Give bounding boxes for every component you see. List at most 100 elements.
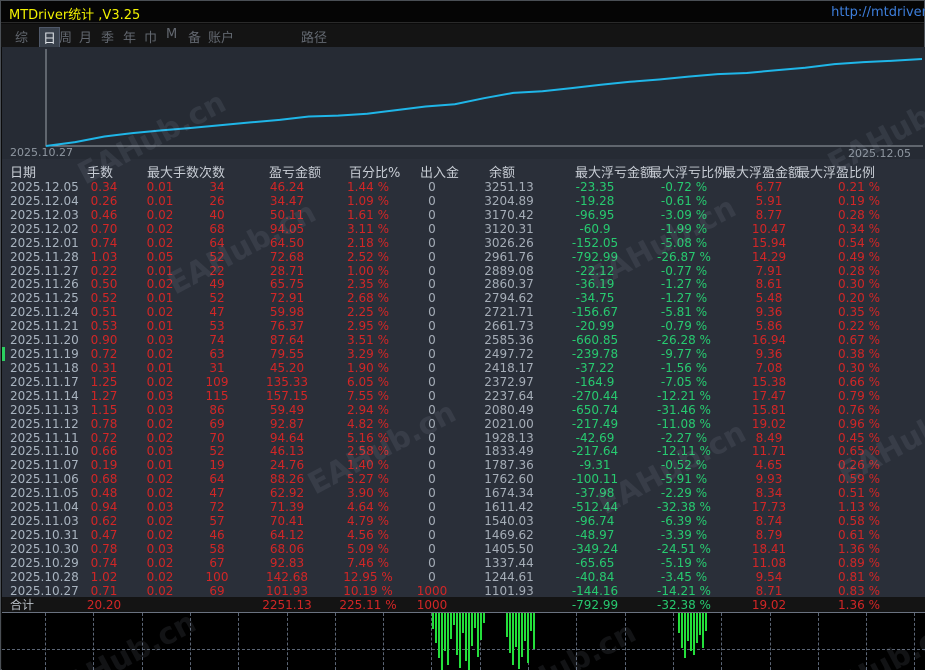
cell-balance: 1762.60 [484,472,534,487]
cell-pct: 2.35 % [347,277,389,292]
cell-max_float_profit_pct: 0.35 % [838,305,880,320]
cell-max_float_profit: 17.47 [751,388,787,403]
cell-max_float_profit: 14.29 [751,249,787,264]
table-row[interactable]: 2025.11.04 0.94 0.03 72 71.39 4.64 % 0 1611.42 -… [2,500,925,514]
table-row[interactable]: 2025.11.18 0.31 0.01 31 45.20 1.90 % 0 2418.17 -… [2,361,925,375]
table-row[interactable]: 2025.10.31 0.47 0.02 46 64.12 4.56 % 0 1469.62 -… [2,528,925,542]
cell-lots: 0.26 [90,193,118,208]
table-row[interactable]: 2025.11.28 1.03 0.05 52 72.68 2.52 % 0 2961.76 -… [2,250,925,264]
column-header-balance: 余额 [489,166,516,181]
cell-max_lots: 0.02 [146,583,174,598]
cell-pct: 3.11 % [347,221,389,236]
cell-count: 22 [209,263,225,278]
cell-in_out: 0 [428,486,436,501]
table-row[interactable]: 2025.12.05 0.34 0.01 34 46.24 1.44 % 0 3251.13 -… [2,180,925,194]
cell-max_float_profit_pct: 0.45 % [838,430,880,445]
cell-in_out: 0 [428,555,436,570]
table-row[interactable]: 2025.11.26 0.50 0.02 49 65.75 2.35 % 0 2860.37 -… [2,277,925,291]
cell-date: 2025.12.01 [10,235,79,250]
menu-item-10[interactable]: 路径 [301,27,327,46]
grid-line-vertical [286,613,288,670]
table-row[interactable]: 2025.11.17 1.25 0.02 109 135.33 6.05 % 0 2372.9… [2,375,925,389]
table-row[interactable]: 2025.10.29 0.74 0.02 67 92.83 7.46 % 0 1337.44 -… [2,556,925,570]
menu-item-4[interactable]: 季 [101,27,114,46]
cell-count: 52 [209,444,225,459]
drawdown-bar [678,613,680,633]
cell-pnl: 34.47 [269,193,305,208]
cell-pnl: 62.92 [269,486,305,501]
cell-balance: 2721.71 [484,305,534,320]
cell-max_float_profit_pct: 0.59 % [838,472,880,487]
menu-item-2[interactable]: 周 [59,27,72,46]
cell-max_float_profit_pct: 0.76 % [838,402,880,417]
cell-max_float_profit: 11.71 [751,444,787,459]
cell-balance: 1337.44 [484,555,534,570]
cell-lots: 1.02 [90,569,118,584]
cell-max_float_loss_pct: -9.77 % [660,347,708,362]
table-row[interactable]: 2025.10.28 1.02 0.02 100 142.68 12.95 % 0 1244.… [2,570,925,584]
table-row[interactable]: 2025.10.30 0.78 0.03 58 68.06 5.09 % 0 1405.50 -… [2,542,925,556]
table-row[interactable]: 2025.12.03 0.46 0.02 40 50.11 1.61 % 0 3170.42 -… [2,208,925,222]
drawdown-bar [509,613,511,653]
table-row[interactable]: 2025.11.24 0.51 0.02 47 59.98 2.25 % 0 2721.71 -… [2,305,925,319]
cell-max_float_loss_pct: -3.45 % [660,569,708,584]
cell-max_float_loss_pct: -0.77 % [660,263,708,278]
cell-max_float_profit: 16.94 [751,333,787,348]
cell-max_float_loss: -152.05 [571,235,619,250]
cell-in_out: 0 [428,374,436,389]
table-row[interactable]: 2025.11.10 0.66 0.03 52 46.13 2.58 % 0 1833.49 -… [2,444,925,459]
drawdown-bar [477,613,479,657]
table-row[interactable]: 2025.11.25 0.52 0.01 52 72.91 2.68 % 0 2794.62 -… [2,291,925,305]
table-row[interactable]: 2025.10.27 0.71 0.02 69 101.93 10.19 % 1000 110… [2,584,925,598]
cell-lots: 0.72 [90,430,118,445]
cell-max_float_profit: 8.61 [755,277,783,292]
table-row[interactable]: 2025.12.02 0.70 0.02 68 94.05 3.11 % 0 3120.31 -… [2,222,925,236]
table-row[interactable]: 2025.11.11 0.72 0.02 70 94.64 5.16 % 0 1928.13 -… [2,431,925,445]
cell-max_float_loss_pct: -0.79 % [660,319,708,334]
drawdown-bar [453,613,455,625]
total-max_float_profit_pct: 1.36 % [838,597,880,612]
menu-item-3[interactable]: 月 [79,27,92,46]
table-row[interactable]: 2025.11.19 0.72 0.02 63 79.55 3.29 % 0 2497.72 -… [2,347,925,361]
cell-count: 26 [209,193,225,208]
cell-date: 2025.12.03 [10,207,79,222]
menu-item-7[interactable]: M [166,27,177,42]
cell-max_lots: 0.01 [146,193,174,208]
menu-item-9[interactable]: 账户 [208,27,234,46]
cell-lots: 0.19 [90,458,118,473]
grid-line-vertical [576,613,578,670]
table-row[interactable]: 2025.11.21 0.53 0.01 53 76.37 2.95 % 0 2661.73 -… [2,319,925,333]
menu-bar: 综日周月季年巾 M 备账户 路径 [1,24,924,48]
table-row[interactable]: 2025.11.06 0.68 0.02 64 88.26 5.27 % 0 1762.60 -… [2,472,925,486]
cell-max_float_profit: 7.91 [755,263,783,278]
cell-max_float_profit: 11.08 [751,555,787,570]
table-row[interactable]: 2025.11.03 0.62 0.02 57 70.41 4.79 % 0 1540.03 -… [2,514,925,528]
table-row[interactable]: 2025.11.05 0.48 0.02 47 62.92 3.90 % 0 1674.34 -… [2,486,925,500]
cell-max_float_loss: -48.97 [575,528,615,543]
cell-max_float_profit_pct: 0.61 % [838,528,880,543]
cell-max_float_profit: 4.65 [755,458,783,473]
cell-max_float_loss_pct: -32.38 % [657,500,711,515]
table-row[interactable]: 2025.12.01 0.74 0.02 64 64.50 2.18 % 0 3026.26 -… [2,236,925,250]
table-row[interactable]: 2025.11.13 1.15 0.03 86 59.49 2.94 % 0 2080.49 -… [2,403,925,417]
cell-max_float_loss_pct: -1.99 % [660,221,708,236]
menu-item-8[interactable]: 备 [188,27,201,46]
vendor-url-link[interactable]: http://mtdriver [831,5,925,20]
table-row[interactable]: 2025.11.07 0.19 0.01 19 24.76 1.40 % 0 1787.36 -… [2,458,925,472]
table-row[interactable]: 2025.11.12 0.78 0.02 69 92.87 4.82 % 0 2021.00 -… [2,417,925,431]
cell-pct: 2.94 % [347,402,389,417]
window-title: MTDriver统计 ,V3.25 [9,8,141,23]
table-row[interactable]: 2025.11.27 0.22 0.01 22 28.71 1.00 % 0 2889.08 -… [2,264,925,278]
table-row[interactable]: 2025.11.20 0.90 0.03 74 87.64 3.51 % 0 2585.36 -… [2,333,925,347]
table-row[interactable]: 2025.11.14 1.27 0.03 115 157.15 7.55 % 0 2237.6… [2,389,925,403]
drawdown-bar [681,613,683,648]
cell-max_float_loss_pct: -3.39 % [660,528,708,543]
cell-max_float_loss_pct: -12.11 % [657,444,711,459]
cell-date: 2025.12.05 [10,179,79,194]
menu-item-0[interactable]: 综 [15,27,28,46]
menu-item-1[interactable]: 日 [39,27,61,48]
table-row[interactable]: 2025.12.04 0.26 0.01 26 34.47 1.09 % 0 3204.89 -… [2,194,925,208]
menu-item-6[interactable]: 巾 [144,27,157,46]
cell-max_float_loss: -9.31 [579,458,611,473]
menu-item-5[interactable]: 年 [123,27,136,46]
